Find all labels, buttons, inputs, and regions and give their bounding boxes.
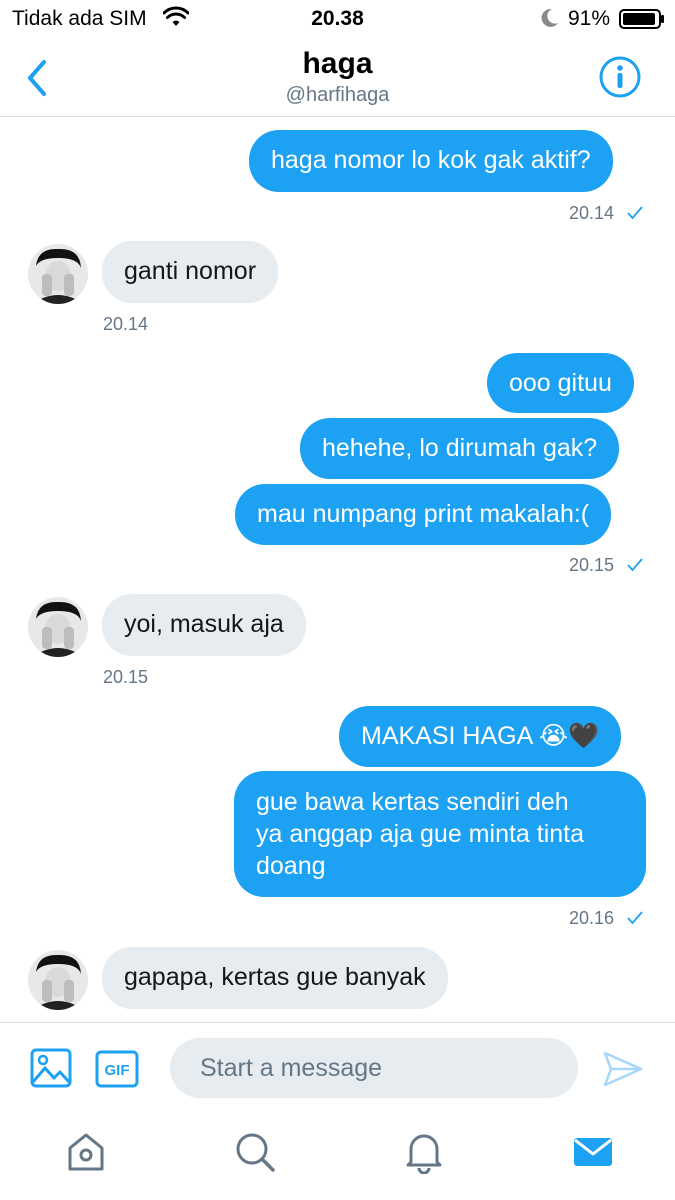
search-icon[interactable] xyxy=(233,1130,277,1174)
message-line: ya anggap aja gue minta tinta xyxy=(256,820,585,848)
outgoing-message[interactable]: gue bawa kertas sendiri deh ya anggap aj… xyxy=(234,771,646,897)
messages-icon[interactable] xyxy=(571,1130,615,1174)
outgoing-message[interactable]: haga nomor lo kok gak aktif? xyxy=(249,130,613,192)
image-icon[interactable] xyxy=(30,1048,72,1093)
message-timestamp: 20.15 xyxy=(569,555,643,577)
info-icon[interactable] xyxy=(598,55,642,99)
send-icon[interactable] xyxy=(603,1051,643,1092)
message-timestamp: 20.15 xyxy=(103,667,149,687)
battery-icon xyxy=(619,9,665,34)
message-timestamp: 20.14 xyxy=(103,314,149,334)
moon-icon xyxy=(539,7,559,34)
contact-name[interactable]: haga xyxy=(0,47,675,81)
incoming-message[interactable]: ganti nomor xyxy=(102,241,279,303)
status-bar: Tidak ada SIM 20.38 91% xyxy=(0,0,675,38)
outgoing-message[interactable]: hehehe, lo dirumah gak? xyxy=(300,418,620,479)
message-timestamp: 20.16 xyxy=(569,908,643,930)
outgoing-message[interactable]: ooo gituu xyxy=(487,353,634,413)
avatar[interactable] xyxy=(28,597,88,657)
conversation-header: haga @harfihaga xyxy=(0,38,675,117)
message-line: gue bawa kertas sendiri deh xyxy=(256,788,569,816)
home-icon[interactable] xyxy=(64,1130,108,1174)
read-check-icon xyxy=(627,909,643,930)
gif-icon[interactable]: GIF xyxy=(95,1050,139,1093)
notifications-icon[interactable] xyxy=(402,1130,446,1175)
tab-bar xyxy=(0,1112,675,1200)
gif-label: GIF xyxy=(105,1062,130,1079)
timestamp-text: 20.16 xyxy=(568,908,614,928)
read-check-icon xyxy=(627,204,643,225)
contact-handle[interactable]: @harfihaga xyxy=(0,84,675,107)
message-list[interactable]: haga nomor lo kok gak aktif? 20.14 ganti… xyxy=(0,117,675,1022)
outgoing-message[interactable]: mau numpang print makalah:( xyxy=(235,484,612,545)
outgoing-message[interactable]: MAKASI HAGA 😭🖤 xyxy=(339,706,622,767)
avatar[interactable] xyxy=(28,950,88,1010)
timestamp-text: 20.14 xyxy=(568,203,614,223)
message-input[interactable]: Start a message xyxy=(170,1038,578,1098)
incoming-message[interactable]: yoi, masuk aja xyxy=(102,594,306,656)
incoming-message[interactable]: gapapa, kertas gue banyak xyxy=(102,947,448,1009)
battery-percent: 91% xyxy=(568,7,611,30)
read-check-icon xyxy=(627,556,643,577)
message-line: doang xyxy=(256,852,326,880)
timestamp-text: 20.15 xyxy=(568,555,614,575)
message-timestamp: 20.14 xyxy=(569,203,643,225)
message-composer: GIF Start a message xyxy=(0,1022,675,1113)
avatar[interactable] xyxy=(28,244,88,304)
